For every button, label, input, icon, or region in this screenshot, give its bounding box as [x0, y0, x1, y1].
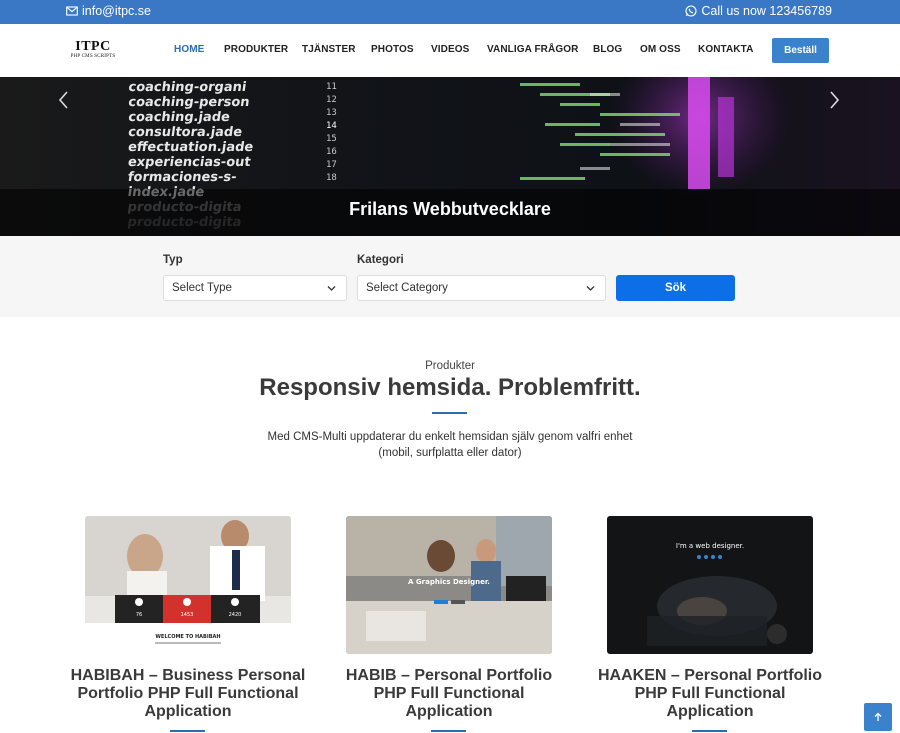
hero-code-word: formaciones-s-: [127, 170, 238, 185]
thumb-text: WELCOME TO HABIBAH: [155, 634, 220, 640]
thumb-stat: 76: [136, 612, 142, 618]
hero-line-number: 12: [326, 95, 337, 105]
card-divider: [692, 730, 727, 732]
nav-home[interactable]: HOME: [174, 44, 204, 55]
thumb-stat: 2420: [229, 612, 242, 618]
nav-produkter[interactable]: PRODUKTER: [224, 44, 288, 55]
email-text: info@itpc.se: [82, 4, 151, 18]
hero-line-number: 18: [326, 173, 337, 183]
product-thumbnail-haaken[interactable]: I'm a web designer.: [607, 516, 813, 654]
header: ITPC PHP CMS SCRIPTS HOME PRODUKTER TJÄN…: [0, 24, 900, 77]
nav-photos[interactable]: PHOTOS: [371, 44, 414, 55]
nav-videos[interactable]: VIDEOS: [431, 44, 469, 55]
logo[interactable]: ITPC PHP CMS SCRIPTS: [66, 40, 120, 60]
hero-code-word: coaching-organi: [127, 80, 247, 95]
hero-code-word: experiencias-out: [127, 155, 252, 170]
category-label: Kategori: [357, 254, 404, 266]
phone-text: Call us now 123456789: [701, 4, 832, 18]
hero-code-word: coaching-person: [127, 95, 250, 110]
product-image: 76 1453 2420 WELCOME TO HABIBAH: [85, 516, 291, 654]
hero-slider: coaching-organi coaching-person coaching…: [0, 77, 900, 236]
product-title-habib[interactable]: HABIB – Personal Portfolio PHP Full Func…: [329, 667, 569, 721]
logo-subtitle: PHP CMS SCRIPTS: [70, 54, 116, 59]
section-description: Med CMS-Multi uppdaterar du enkelt hemsi…: [267, 431, 633, 459]
thumb-text: I'm a web designer.: [676, 542, 744, 550]
chevron-right-icon[interactable]: [827, 90, 841, 110]
title-divider: [432, 412, 467, 414]
section-subtitle: Produkter: [425, 360, 475, 372]
product-image: I'm a web designer.: [607, 516, 813, 654]
contact-email[interactable]: info@itpc.se: [66, 4, 151, 18]
type-select-value: Select Type: [172, 282, 232, 294]
card-divider: [431, 730, 466, 732]
arrow-up-icon: [874, 712, 882, 721]
section-title: Responsiv hemsida. Problemfritt.: [259, 374, 641, 401]
scroll-top-button[interactable]: [864, 703, 892, 731]
hero-line-number: 15: [326, 134, 337, 144]
nav-blog[interactable]: BLOG: [593, 44, 622, 55]
hero-line-number: 13: [326, 108, 337, 118]
type-label: Typ: [163, 254, 183, 266]
chevron-left-icon[interactable]: [57, 90, 71, 110]
product-image: A Graphics Designer.: [346, 516, 552, 654]
hero-line-number: 11: [326, 82, 337, 92]
chevron-down-icon: [586, 286, 595, 291]
hero-code-word: effectuation.jade: [127, 140, 254, 155]
thumb-stat: 1453: [181, 612, 194, 618]
nav-tjanster[interactable]: TJÄNSTER: [302, 44, 356, 55]
nav-vanliga-fragor[interactable]: VANLIGA FRÅGOR: [487, 44, 578, 55]
hero-line-number: 17: [326, 160, 337, 170]
product-thumbnail-habib[interactable]: A Graphics Designer.: [346, 516, 552, 654]
nav-kontakta[interactable]: KONTAKTA: [698, 44, 753, 55]
product-title-habibah[interactable]: HABIBAH – Business Personal Portfolio PH…: [68, 667, 308, 721]
nav-om-oss[interactable]: OM OSS: [640, 44, 681, 55]
thumb-text: A Graphics Designer.: [408, 578, 490, 586]
hero-line-number: 16: [326, 147, 337, 157]
card-divider: [170, 730, 205, 732]
category-select[interactable]: Select Category: [357, 275, 606, 301]
hero-caption: Frilans Webbutvecklare: [349, 199, 551, 219]
search-panel: Typ Select Type Kategori Select Category…: [0, 236, 900, 317]
hero-code-word: coaching.jade: [127, 110, 231, 125]
contact-phone[interactable]: Call us now 123456789: [685, 4, 832, 18]
order-button[interactable]: Beställ: [772, 38, 829, 63]
product-title-haaken[interactable]: HAAKEN – Personal Portfolio PHP Full Fun…: [590, 667, 830, 721]
top-bar: info@itpc.se Call us now 123456789: [0, 0, 900, 24]
category-select-value: Select Category: [366, 282, 448, 294]
whatsapp-icon: [685, 5, 697, 17]
hero-line-number: 14: [326, 121, 337, 131]
hero-code-word: consultora.jade: [127, 125, 243, 140]
type-select[interactable]: Select Type: [163, 275, 347, 301]
chevron-down-icon: [327, 286, 336, 291]
logo-title: ITPC: [75, 39, 111, 54]
search-button[interactable]: Sök: [616, 275, 735, 301]
product-thumbnail-habibah[interactable]: 76 1453 2420 WELCOME TO HABIBAH: [85, 516, 291, 654]
envelope-icon: [66, 6, 78, 16]
